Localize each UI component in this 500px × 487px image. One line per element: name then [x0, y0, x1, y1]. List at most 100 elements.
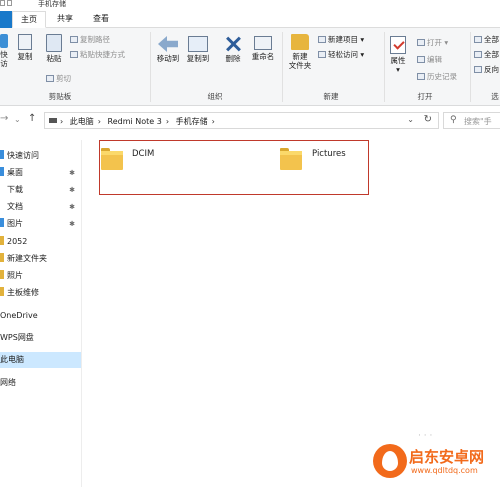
sidebar-item-label: 此电脑 — [0, 355, 24, 364]
search-input[interactable]: 搜索"手 — [464, 116, 492, 127]
pin-quick-access-button[interactable]: 快 访 — [0, 34, 10, 68]
sidebar-item-label: 照片 — [7, 271, 23, 280]
tab-share[interactable]: 共享 — [50, 11, 80, 28]
move-to-label: 移动到 — [156, 54, 180, 63]
copy-button[interactable]: 复制 — [14, 34, 36, 61]
new-item-button[interactable]: 新建项目 ▾ — [318, 35, 364, 44]
chevron-down-icon[interactable]: ⌄ — [14, 114, 21, 126]
pin-label-2: 访 — [0, 59, 8, 68]
easy-access-label: 轻松访问 — [328, 50, 358, 59]
tab-home[interactable]: 主页 — [12, 11, 46, 28]
folder-body — [280, 151, 302, 170]
delete-button[interactable]: 删除 — [222, 36, 244, 63]
paste-shortcut-icon — [70, 51, 78, 58]
sidebar-item-onedrive[interactable]: OneDrive — [0, 308, 81, 324]
title-bar: 手机存储 — [0, 0, 500, 10]
folder-icon — [0, 270, 4, 279]
pin-icon: ✱ — [69, 203, 75, 211]
move-to-button[interactable]: 移动到 — [154, 36, 182, 63]
paste-button[interactable]: 粘贴 — [42, 34, 66, 63]
select-none-button[interactable]: 全部 — [474, 50, 499, 59]
sidebar-item-desktop[interactable]: 桌面 ✱ — [0, 165, 81, 181]
copy-icon — [18, 34, 32, 50]
pin-icon: ✱ — [69, 186, 75, 194]
up-arrow-icon[interactable]: ↑ — [28, 113, 36, 125]
sidebar-item-documents[interactable]: 文档 ✱ — [0, 199, 81, 215]
chevron-down-icon: ▾ — [396, 65, 400, 74]
paste-shortcut-button[interactable]: 粘贴快捷方式 — [70, 50, 125, 59]
sidebar-item-new-folder[interactable]: 新建文件夹 — [0, 251, 81, 267]
sidebar-item-label: 文档 — [7, 202, 23, 211]
new-folder-button[interactable]: 新建 文件夹 — [285, 34, 315, 70]
rename-label: 重命名 — [251, 52, 275, 61]
folder-icon[interactable] — [280, 148, 302, 170]
breadcrumb: › 此电脑 › Redmi Note 3 › 手机存储 › — [49, 116, 219, 127]
copy-path-button[interactable]: 复制路径 — [70, 35, 110, 44]
sidebar-item-2052[interactable]: 2052 — [0, 234, 81, 250]
sidebar-item-downloads[interactable]: 下载 ✱ — [0, 182, 81, 198]
sidebar-item-photos[interactable]: 照片 — [0, 268, 81, 284]
quick-access-toolbar[interactable] — [0, 0, 22, 9]
properties-button[interactable]: 属性 ▾ — [387, 36, 409, 74]
select-all-icon — [474, 36, 482, 43]
sidebar-item-label: 下载 — [7, 185, 23, 194]
folder-icon[interactable] — [101, 148, 123, 170]
open-button[interactable]: 打开 ▾ — [417, 38, 448, 47]
folder-name-dcim[interactable]: DCIM — [132, 149, 154, 159]
chevron-down-icon[interactable] — [7, 0, 12, 6]
navigation-bar: → ⌄ ↑ › 此电脑 › Redmi Note 3 › 手机存储 › ⌄ ↻ ⚲ 搜… — [0, 109, 500, 131]
copy-path-label: 复制路径 — [80, 35, 110, 44]
sidebar-item-wps-cloud[interactable]: WPS网盘 — [0, 330, 81, 346]
cut-label: 剪切 — [56, 74, 71, 83]
copy-to-button[interactable]: 复制到 — [184, 36, 212, 63]
crumb-separator-icon: › — [97, 117, 101, 126]
pin-label: 快 — [0, 50, 8, 59]
sidebar-item-label: 主板维修 — [7, 288, 39, 297]
address-bar[interactable]: › 此电脑 › Redmi Note 3 › 手机存储 › ⌄ ↻ — [44, 112, 439, 129]
cut-button[interactable]: 剪切 — [46, 74, 71, 83]
new-folder-icon — [291, 34, 309, 50]
paste-shortcut-label: 粘贴快捷方式 — [80, 50, 125, 59]
select-all-button[interactable]: 全部 — [474, 35, 499, 44]
invert-selection-label: 反向 — [484, 65, 499, 74]
pin-icon: ✱ — [69, 169, 75, 177]
copy-to-icon — [188, 36, 208, 52]
star-icon — [0, 150, 4, 159]
crumb-separator-icon: › — [165, 117, 170, 126]
decorative-dots: · · · — [418, 431, 433, 441]
sidebar-item-label: WPS网盘 — [0, 333, 34, 342]
sidebar-item-motherboard-repair[interactable]: 主板维修 — [0, 285, 81, 301]
ribbon-tabs: 文件 主页 共享 查看 — [0, 10, 500, 28]
crumb-storage[interactable]: 手机存储 — [176, 117, 208, 126]
history-icon — [417, 73, 425, 80]
search-box[interactable]: ⚲ 搜索"手 — [443, 112, 500, 129]
edit-label: 编辑 — [427, 55, 442, 64]
sidebar-item-label: 图片 — [7, 219, 23, 228]
tab-file[interactable]: 文件 — [0, 11, 12, 28]
save-icon[interactable] — [0, 0, 5, 6]
sidebar-item-this-pc[interactable]: 此电脑 — [0, 352, 81, 368]
file-list[interactable]: DCIM Pictures — [83, 131, 500, 487]
back-arrow-icon[interactable]: → — [0, 113, 8, 125]
sidebar-item-label: 网络 — [0, 378, 16, 387]
sidebar-item-pictures[interactable]: 图片 ✱ — [0, 216, 81, 232]
properties-label: 属性 — [390, 56, 406, 65]
easy-access-button[interactable]: 轻松访问 ▾ — [318, 50, 364, 59]
chevron-down-icon[interactable]: ⌄ — [407, 115, 414, 124]
rename-button[interactable]: 重命名 — [248, 36, 278, 61]
edit-button[interactable]: 编辑 — [417, 55, 442, 64]
crumb-device[interactable]: Redmi Note 3 — [108, 117, 162, 126]
sidebar-item-quick-access[interactable]: 快速访问 — [0, 148, 81, 164]
invert-selection-button[interactable]: 反向 — [474, 65, 499, 74]
folder-body — [101, 151, 123, 170]
history-button[interactable]: 历史记录 — [417, 72, 457, 81]
document-icon — [0, 201, 4, 210]
open-icon — [417, 39, 425, 46]
tab-view[interactable]: 查看 — [86, 11, 116, 28]
crumb-this-pc[interactable]: 此电脑 — [70, 117, 94, 126]
sidebar-item-network[interactable]: 网络 — [0, 375, 81, 391]
new-folder-label-2: 文件夹 — [288, 61, 312, 70]
new-item-label: 新建项目 — [328, 35, 358, 44]
refresh-icon[interactable]: ↻ — [424, 114, 432, 125]
folder-name-pictures[interactable]: Pictures — [312, 149, 346, 159]
